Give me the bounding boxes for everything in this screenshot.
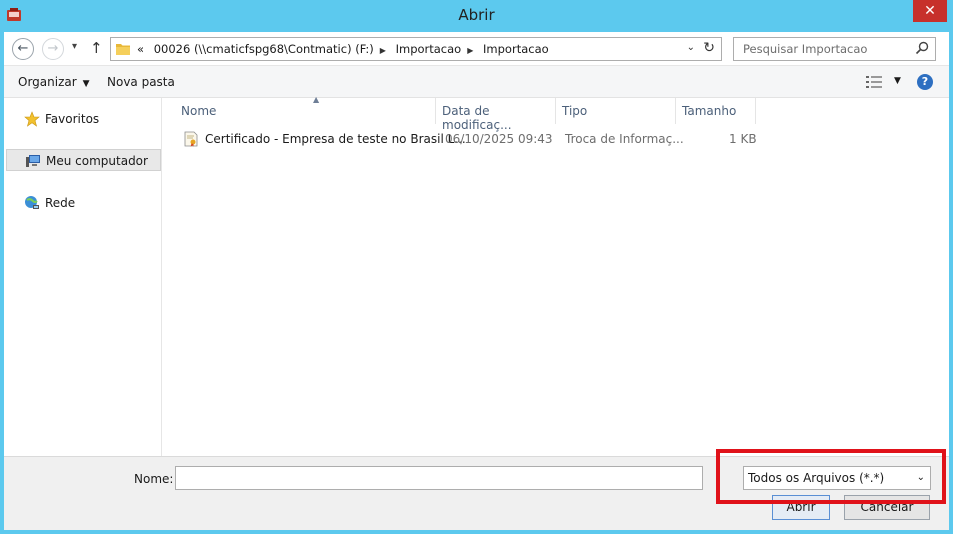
view-options-icon[interactable] <box>866 76 882 88</box>
breadcrumb-importacao-current[interactable]: Importacao <box>483 42 549 56</box>
address-bar[interactable]: « 00026 (\\cmaticfspg68\Contmatic) (F:) ▶… <box>110 37 722 61</box>
close-button[interactable]: ✕ <box>913 0 947 22</box>
star-icon <box>24 111 40 127</box>
navigation-bar: ← → ▾ ↑ « 00026 (\\cmaticfspg68\Contmati… <box>4 32 949 66</box>
address-dropdown-icon[interactable]: ⌄ <box>687 42 695 53</box>
column-header-label: Tipo <box>562 104 588 118</box>
organize-label: Organizar <box>18 75 77 89</box>
title-bar: Abrir ✕ <box>0 0 953 32</box>
sidebar-item-favorites[interactable]: Favoritos <box>6 108 161 130</box>
breadcrumb-separator[interactable]: ▶ <box>467 46 473 55</box>
search-icon[interactable] <box>915 41 929 55</box>
file-name-input[interactable] <box>175 466 703 490</box>
file-list: Nome ▲ Data de modificaç... Tipo Tamanho… <box>163 95 949 456</box>
folder-icon <box>116 44 130 55</box>
column-header-name[interactable]: Nome ▲ <box>175 95 436 124</box>
organize-menu[interactable]: Organizar ▼ <box>18 75 90 89</box>
window-title: Abrir <box>458 6 495 24</box>
file-name-label: Nome: <box>134 472 174 486</box>
breadcrumb: « 00026 (\\cmaticfspg68\Contmatic) (F:) ▶… <box>137 42 555 56</box>
new-folder-button[interactable]: Nova pasta <box>107 75 175 89</box>
help-icon[interactable]: ? <box>917 74 933 90</box>
search-input[interactable] <box>734 38 909 60</box>
column-header-type[interactable]: Tipo <box>556 98 676 124</box>
view-dropdown-icon[interactable]: ▼ <box>894 76 901 86</box>
recent-locations-button[interactable]: ▾ <box>72 41 77 52</box>
breadcrumb-separator[interactable]: ▶ <box>380 46 386 55</box>
sidebar-item-label: Rede <box>45 196 76 210</box>
chevron-down-icon: ▼ <box>82 79 90 89</box>
sidebar-item-computer[interactable]: Meu computador <box>6 149 161 171</box>
sidebar-item-label: Favoritos <box>45 112 100 126</box>
sidebar-item-label: Meu computador <box>46 154 148 168</box>
column-header-size[interactable]: Tamanho <box>676 98 756 124</box>
sort-ascending-icon: ▲ <box>313 95 320 104</box>
certificate-file-icon <box>184 131 198 147</box>
search-box[interactable] <box>733 37 936 61</box>
breadcrumb-overflow[interactable]: « <box>137 42 144 56</box>
highlight-box <box>716 449 946 504</box>
sidebar-item-network[interactable]: Rede <box>6 192 161 214</box>
file-modified: 06/10/2025 09:43 <box>445 132 553 146</box>
back-button[interactable]: ← <box>12 38 34 60</box>
up-button[interactable]: ↑ <box>90 39 103 57</box>
forward-button[interactable]: → <box>42 38 64 60</box>
network-icon <box>25 196 39 209</box>
file-name: Certificado - Empresa de teste no Brasil… <box>205 132 466 146</box>
breadcrumb-drive[interactable]: 00026 (\\cmaticfspg68\Contmatic) (F:) <box>154 42 374 56</box>
breadcrumb-importacao[interactable]: Importacao <box>396 42 462 56</box>
column-header-label: Tamanho <box>682 104 737 118</box>
file-size: 1 KB <box>729 132 757 146</box>
refresh-icon[interactable]: ↻ <box>703 40 715 56</box>
file-type: Troca de Informaç... <box>565 132 684 146</box>
column-header-label: Nome <box>181 104 217 118</box>
navigation-pane: Favoritos Meu computador Rede <box>4 98 162 456</box>
table-row[interactable]: Certificado - Empresa de teste no Brasil… <box>163 128 763 150</box>
column-header-date[interactable]: Data de modificaç... <box>436 98 556 132</box>
computer-icon <box>26 155 40 167</box>
command-bar: Organizar ▼ Nova pasta ▼ ? <box>4 66 949 98</box>
